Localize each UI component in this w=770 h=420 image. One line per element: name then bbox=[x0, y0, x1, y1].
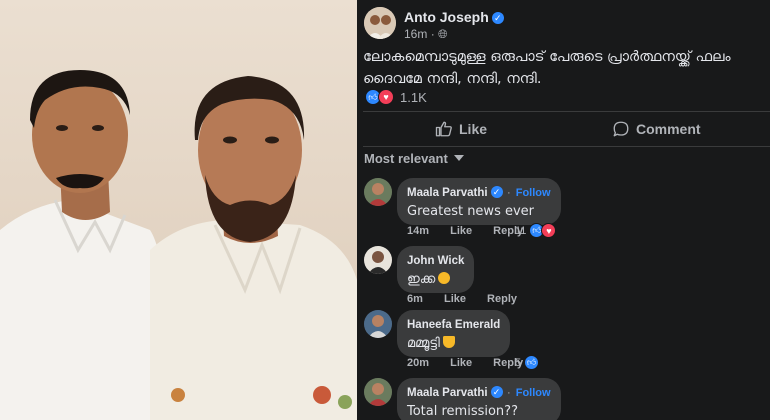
divider bbox=[363, 111, 770, 112]
post-actions: Like Comment bbox=[357, 113, 770, 145]
comment-bubble: John Wick ഇക്ക bbox=[397, 246, 475, 293]
thumbs-up-icon bbox=[435, 121, 452, 137]
comment-text: Total remission?? bbox=[407, 404, 518, 419]
hands-emoji-icon bbox=[442, 336, 455, 348]
post-header: Anto Joseph ✓ 16m · 🌐︎ bbox=[364, 7, 764, 41]
post-time[interactable]: 16m bbox=[404, 27, 427, 41]
commenter-name[interactable]: John Wick bbox=[407, 255, 464, 267]
post-photo bbox=[0, 0, 357, 420]
comment-icon bbox=[613, 121, 629, 137]
avatar-image bbox=[364, 246, 392, 274]
avatar-image bbox=[364, 7, 396, 39]
comment-like-button[interactable]: Like bbox=[444, 293, 466, 305]
author-avatar[interactable] bbox=[364, 7, 396, 39]
caret-down-icon bbox=[453, 155, 464, 161]
heart-eyes-emoji-icon bbox=[438, 272, 451, 284]
comment-reactions[interactable]: 5 👍︎ bbox=[515, 355, 540, 370]
post-reactions[interactable]: 👍︎ ♥ 1.1K bbox=[365, 88, 427, 106]
like-button[interactable]: Like bbox=[435, 113, 487, 145]
post-text-line-2: ദൈവമേ നന്ദി, നന്ദി, നന്ദി. bbox=[363, 71, 542, 87]
comment-reply-button[interactable]: Reply bbox=[487, 293, 517, 305]
comment-like-button[interactable]: Like bbox=[450, 225, 472, 237]
comment-time[interactable]: 20m bbox=[407, 357, 429, 369]
verified-badge-icon: ✓ bbox=[490, 186, 503, 198]
comment-like-button[interactable]: Like bbox=[450, 357, 472, 369]
avatar-image bbox=[364, 310, 392, 338]
comment-label: Comment bbox=[636, 121, 701, 137]
globe-icon: 🌐︎ bbox=[438, 27, 448, 41]
follow-button[interactable]: Follow bbox=[516, 187, 551, 199]
post-text: ലോകമെമ്പാടുമുള്ള ഒരുപാട് പേരുടെ പ്രാർത്ഥ… bbox=[363, 46, 770, 90]
reaction-count: 1.1K bbox=[400, 89, 427, 105]
commenter-name[interactable]: Maala Parvathi bbox=[407, 187, 488, 199]
sort-label: Most relevant bbox=[364, 151, 448, 166]
commenter-avatar[interactable] bbox=[364, 246, 392, 274]
love-reaction-icon: ♥ bbox=[378, 89, 394, 105]
love-reaction-icon: ♥ bbox=[541, 223, 557, 238]
facebook-post-panel: Anto Joseph ✓ 16m · 🌐︎ ലോകമെമ്പാടുമുള്ള ഒ… bbox=[357, 0, 770, 420]
like-reaction-icon: 👍︎ bbox=[524, 355, 540, 370]
comment-text: മമ്മൂട്ടി bbox=[407, 336, 440, 351]
comment-bubble: Maala Parvathi ✓ · Follow Total remission… bbox=[397, 378, 561, 420]
comment-reaction-count: 11 bbox=[515, 224, 527, 237]
comment-reaction-count: 5 bbox=[515, 356, 522, 369]
avatar-image bbox=[364, 178, 392, 206]
follow-button[interactable]: Follow bbox=[516, 387, 551, 399]
comment-time[interactable]: 14m bbox=[407, 225, 429, 237]
comment-meta: 6m Like Reply bbox=[407, 293, 535, 305]
comment-text: ഇക്ക bbox=[407, 272, 436, 287]
post-meta: 16m · 🌐︎ bbox=[404, 27, 448, 41]
comment-time[interactable]: 6m bbox=[407, 293, 423, 305]
post-text-line-1: ലോകമെമ്പാടുമുള്ള ഒരുപാട് പേരുടെ പ്രാർത്ഥ… bbox=[363, 49, 731, 65]
comment-bubble: Haneefa Emerald മമ്മൂട്ടി bbox=[397, 310, 511, 357]
comment-sort-dropdown[interactable]: Most relevant bbox=[364, 151, 464, 166]
commenter-avatar[interactable] bbox=[364, 178, 392, 206]
comment-text: Greatest news ever bbox=[407, 204, 535, 219]
commenter-avatar[interactable] bbox=[364, 378, 392, 406]
two-men-photo bbox=[0, 0, 357, 420]
commenter-name[interactable]: Haneefa Emerald bbox=[407, 319, 500, 331]
comment-reactions[interactable]: 11 👍︎ ♥ bbox=[515, 223, 557, 238]
like-label: Like bbox=[459, 121, 488, 137]
commenter-name[interactable]: Maala Parvathi bbox=[407, 387, 488, 399]
post-author-name[interactable]: Anto Joseph bbox=[404, 9, 489, 25]
verified-badge-icon: ✓ bbox=[491, 12, 504, 24]
avatar-image bbox=[364, 378, 392, 406]
verified-badge-icon: ✓ bbox=[490, 386, 503, 398]
divider bbox=[363, 146, 770, 147]
commenter-avatar[interactable] bbox=[364, 310, 392, 338]
comment-button[interactable]: Comment bbox=[612, 113, 701, 145]
comment-bubble: Maala Parvathi ✓ · Follow Greatest news e… bbox=[397, 178, 561, 225]
